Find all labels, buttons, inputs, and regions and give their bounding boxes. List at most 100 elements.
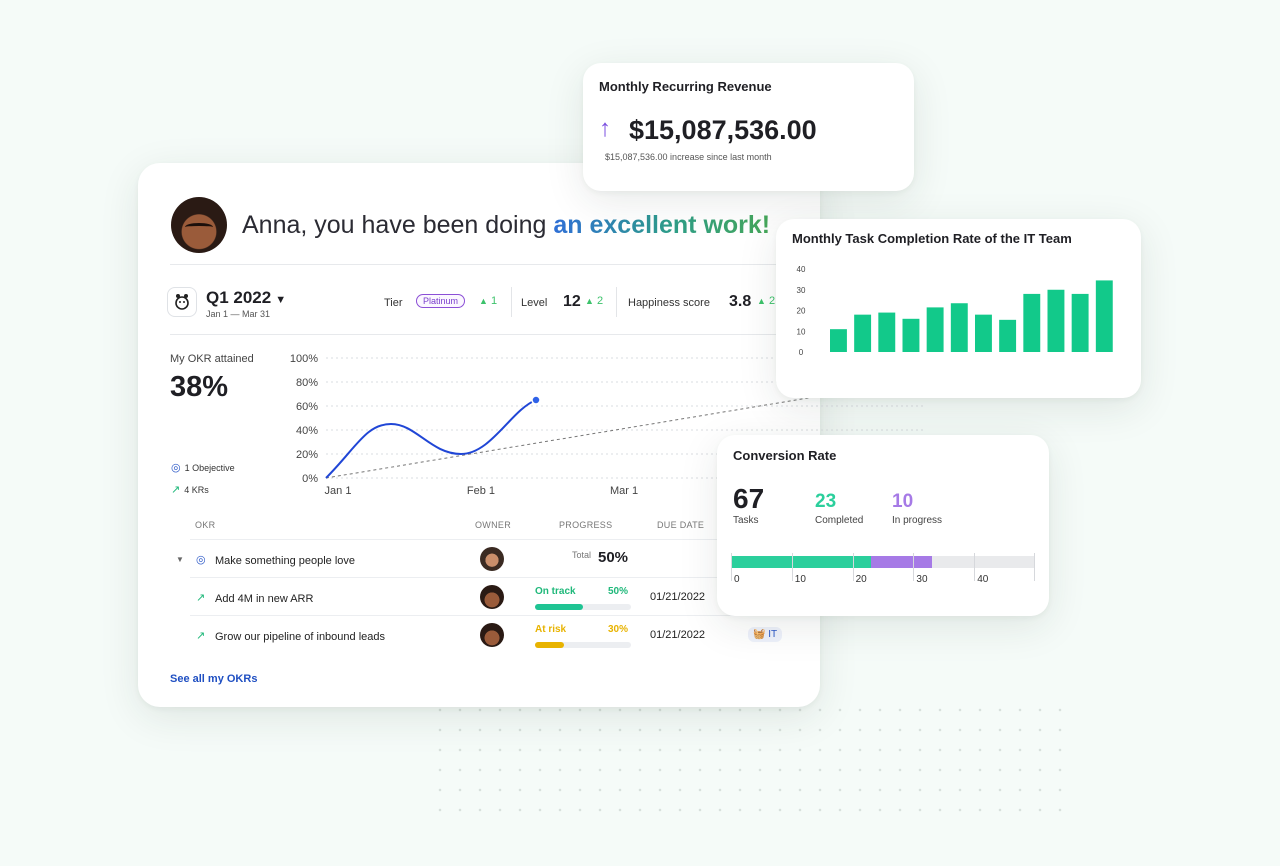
column-header-okr: OKR [195,520,216,530]
y-tick-label: 0% [302,473,318,485]
bar [878,312,896,352]
bar [1095,280,1113,352]
column-header-owner: OWNER [475,520,511,530]
bar [1071,293,1089,352]
okr-dashboard-card: Anna, you have been doing an excellent w… [138,163,927,707]
kr-progress-fill [535,604,583,610]
task-card-title: Monthly Task Completion Rate of the IT T… [792,231,1072,246]
caret-down-icon[interactable]: ▼ [176,555,184,564]
level-change: ▲ 2 [585,295,603,307]
bar [854,314,872,352]
mrr-title: Monthly Recurring Revenue [599,79,772,94]
in-progress-segment [870,556,932,568]
bar [1047,289,1065,352]
level-change-value: 2 [596,295,604,307]
team-tag-label: IT [768,629,778,640]
quarter-title: Q1 2022 [206,288,272,307]
up-triangle-icon: ▲ [757,296,766,306]
owner-avatar [480,585,504,609]
axis-tick [791,553,793,581]
mrr-card: Monthly Recurring Revenue ↑ $15,087,536.… [583,63,914,191]
mrr-subtitle: $15,087,536.00 increase since last month [605,152,772,162]
okr-actual-line [325,399,537,479]
in-progress-count: 10 [892,491,914,512]
y-tick-label: 40% [296,425,318,437]
greeting-highlight: an excellent work! [553,211,771,239]
objective-count-text: 1 Obejective [184,463,235,473]
bar [830,329,847,352]
y-tick-label: 100% [290,353,318,365]
divider [170,334,820,335]
happiness-change-value: 2 [768,295,776,307]
user-avatar [171,197,227,253]
tier-badge: Platinum [416,294,466,308]
kr-status: On track [535,586,576,597]
okr-current-point [531,395,541,405]
y-tick-label: 30 [797,286,806,295]
tasks-label: Tasks [733,515,759,526]
arrow-up-icon: ↑ [599,115,611,142]
kr-name[interactable]: Grow our pipeline of inbound leads [215,631,385,643]
conversion-title: Conversion Rate [733,448,837,463]
row-divider [190,539,790,540]
axis-tick [1034,553,1035,581]
bar [1023,293,1041,352]
axis-tick-label: 30 [916,574,928,585]
target-icon: ◎ [196,554,206,566]
completed-count: 23 [815,491,837,512]
see-all-okrs-link[interactable]: See all my OKRs [170,673,257,685]
x-tick-label: Feb 1 [467,485,495,497]
team-tag[interactable]: 🧺 IT [748,627,783,642]
kr-count: ↗ 4 KRs [171,483,209,496]
basket-icon: 🧺 [753,629,766,640]
kr-count-text: 4 KRs [184,485,209,495]
kr-percent: 50% [608,586,629,597]
axis-tick-label: 20 [855,574,867,585]
team-mascot-icon [167,287,197,317]
happiness-change: ▲ 2 [757,295,775,307]
axis-tick [852,553,854,581]
target-icon: ◎ [171,462,181,474]
y-tick-label: 60% [296,401,318,413]
bar [950,303,968,352]
kr-progress-fill [535,642,564,648]
trend-icon: ↗ [171,484,181,496]
kr-percent: 30% [608,624,629,635]
okr-attained-label: My OKR attained [170,353,254,365]
tier-change: ▲ 1 [479,295,497,307]
axis-tick-label: 40 [977,574,989,585]
kr-progress-bar [535,604,631,610]
trend-icon: ↗ [196,630,206,642]
axis-tick-label: 0 [734,574,740,585]
y-tick-label: 20% [296,449,318,461]
completed-segment [731,556,871,568]
total-value: 50% [598,549,629,566]
task-completion-card: Monthly Task Completion Rate of the IT T… [776,219,1141,398]
objective-name[interactable]: Make something people love [215,555,355,567]
quarter-range: Jan 1 — Mar 31 [206,309,271,319]
bar [926,307,944,352]
row-divider [190,577,790,578]
y-tick-label: 10 [797,327,806,336]
row-divider [190,615,790,616]
trend-icon: ↗ [196,592,206,604]
happiness-value: 3.8 [729,293,752,310]
conversion-stacked-bar [731,556,1035,568]
up-triangle-icon: ▲ [585,296,594,306]
x-tick-label: Mar 1 [610,485,638,497]
background-dot-pattern [430,700,1070,820]
quarter-selector[interactable]: Q1 2022 ▼ [206,288,286,308]
axis-tick [913,553,915,581]
level-value: 12 [563,293,581,310]
bar [975,314,992,352]
bar [902,318,920,352]
divider [511,287,512,317]
owner-avatar [480,547,504,571]
divider [170,264,820,265]
kr-due-date: 01/21/2022 [650,591,706,603]
y-tick-label: 0 [799,348,804,357]
conversion-rate-card: Conversion Rate 67 Tasks 23 Completed 10… [717,435,1049,616]
kr-due-date: 01/21/2022 [650,629,706,641]
kr-name[interactable]: Add 4M in new ARR [215,593,313,605]
mrr-value: $15,087,536.00 [629,115,817,145]
